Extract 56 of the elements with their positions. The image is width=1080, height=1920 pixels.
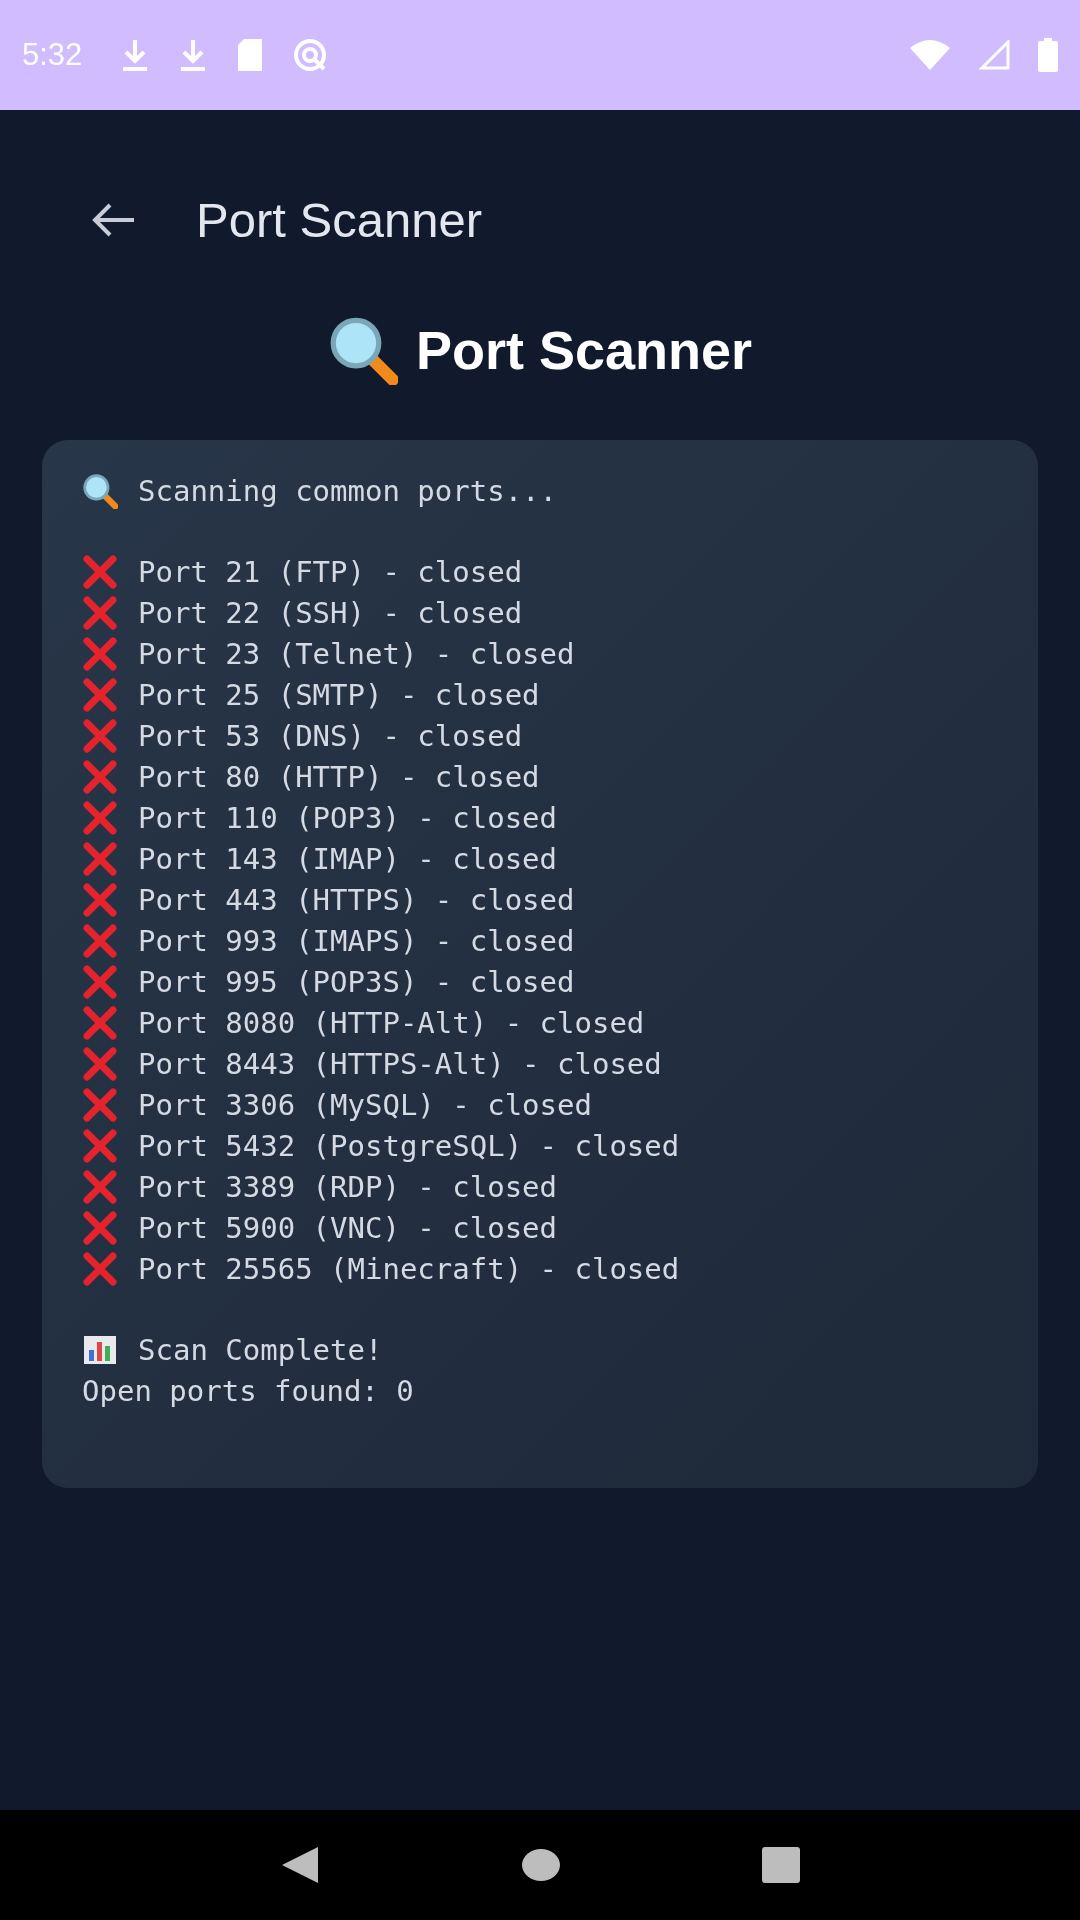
back-arrow-icon [92,202,136,238]
output-line: Port 23 (Telnet) - closed [138,636,575,671]
close-icon [82,1168,118,1205]
close-icon [82,676,118,713]
wifi-icon [910,40,950,70]
close-icon [82,881,118,918]
recents-nav-button[interactable] [761,1847,800,1883]
close-icon [82,1004,118,1041]
sd-card-icon [236,39,265,71]
circle-icon [521,1848,561,1882]
output-line: Scan Complete! [138,1332,383,1367]
close-icon [82,840,118,877]
output-line: Port 22 (SSH) - closed [138,595,523,630]
output-line: Port 110 (POP3) - closed [138,800,558,835]
close-icon [82,758,118,795]
close-icon [82,1127,118,1164]
back-nav-button[interactable] [280,1845,321,1885]
output-line: Port 5432 (PostgreSQL) - closed [138,1128,680,1163]
output-line: Port 25565 (Minecraft) - closed [138,1251,680,1286]
close-icon [82,1250,118,1287]
status-time: 5:32 [22,37,83,73]
close-icon [82,1209,118,1246]
battery-icon [1038,38,1058,72]
toolbar-title: Port Scanner [196,192,482,248]
output-line: Port 21 (FTP) - closed [138,554,523,589]
square-icon [761,1847,800,1883]
close-icon [82,1086,118,1123]
output-line: Port 993 (IMAPS) - closed [138,923,575,958]
close-icon [82,553,118,590]
close-icon [82,717,118,754]
triangle-icon [280,1845,321,1885]
magnifier-icon [82,472,118,509]
output-line: Port 3389 (RDP) - closed [138,1169,558,1204]
output-line: Port 25 (SMTP) - closed [138,677,540,712]
home-nav-button[interactable] [521,1848,561,1882]
output-line: Port 143 (IMAP) - closed [138,841,558,876]
output-line: Open ports found: 0 [82,1373,414,1408]
output-line: Port 8080 (HTTP-Alt) - closed [138,1005,645,1040]
close-icon [82,1045,118,1082]
close-icon [82,635,118,672]
page-heading: Port Scanner [415,319,753,381]
output-line: Port 443 (HTTPS) - closed [138,882,575,917]
signal-icon [978,40,1010,70]
output-line: Port 8443 (HTTPS-Alt) - closed [138,1046,662,1081]
output-line: Port 5900 (VNC) - closed [138,1210,558,1245]
output-line: Port 3306 (MySQL) - closed [138,1087,592,1122]
output-line: Port 80 (HTTP) - closed [138,759,540,794]
back-button[interactable] [92,202,136,238]
close-icon [82,963,118,1000]
output-line: Port 53 (DNS) - closed [138,718,523,753]
close-icon [82,922,118,959]
close-icon [82,594,118,631]
output-line: Scanning common ports... [138,473,558,508]
circle-icon [292,37,329,73]
output-line: Port 995 (POP3S) - closed [138,964,575,999]
close-icon [82,799,118,836]
